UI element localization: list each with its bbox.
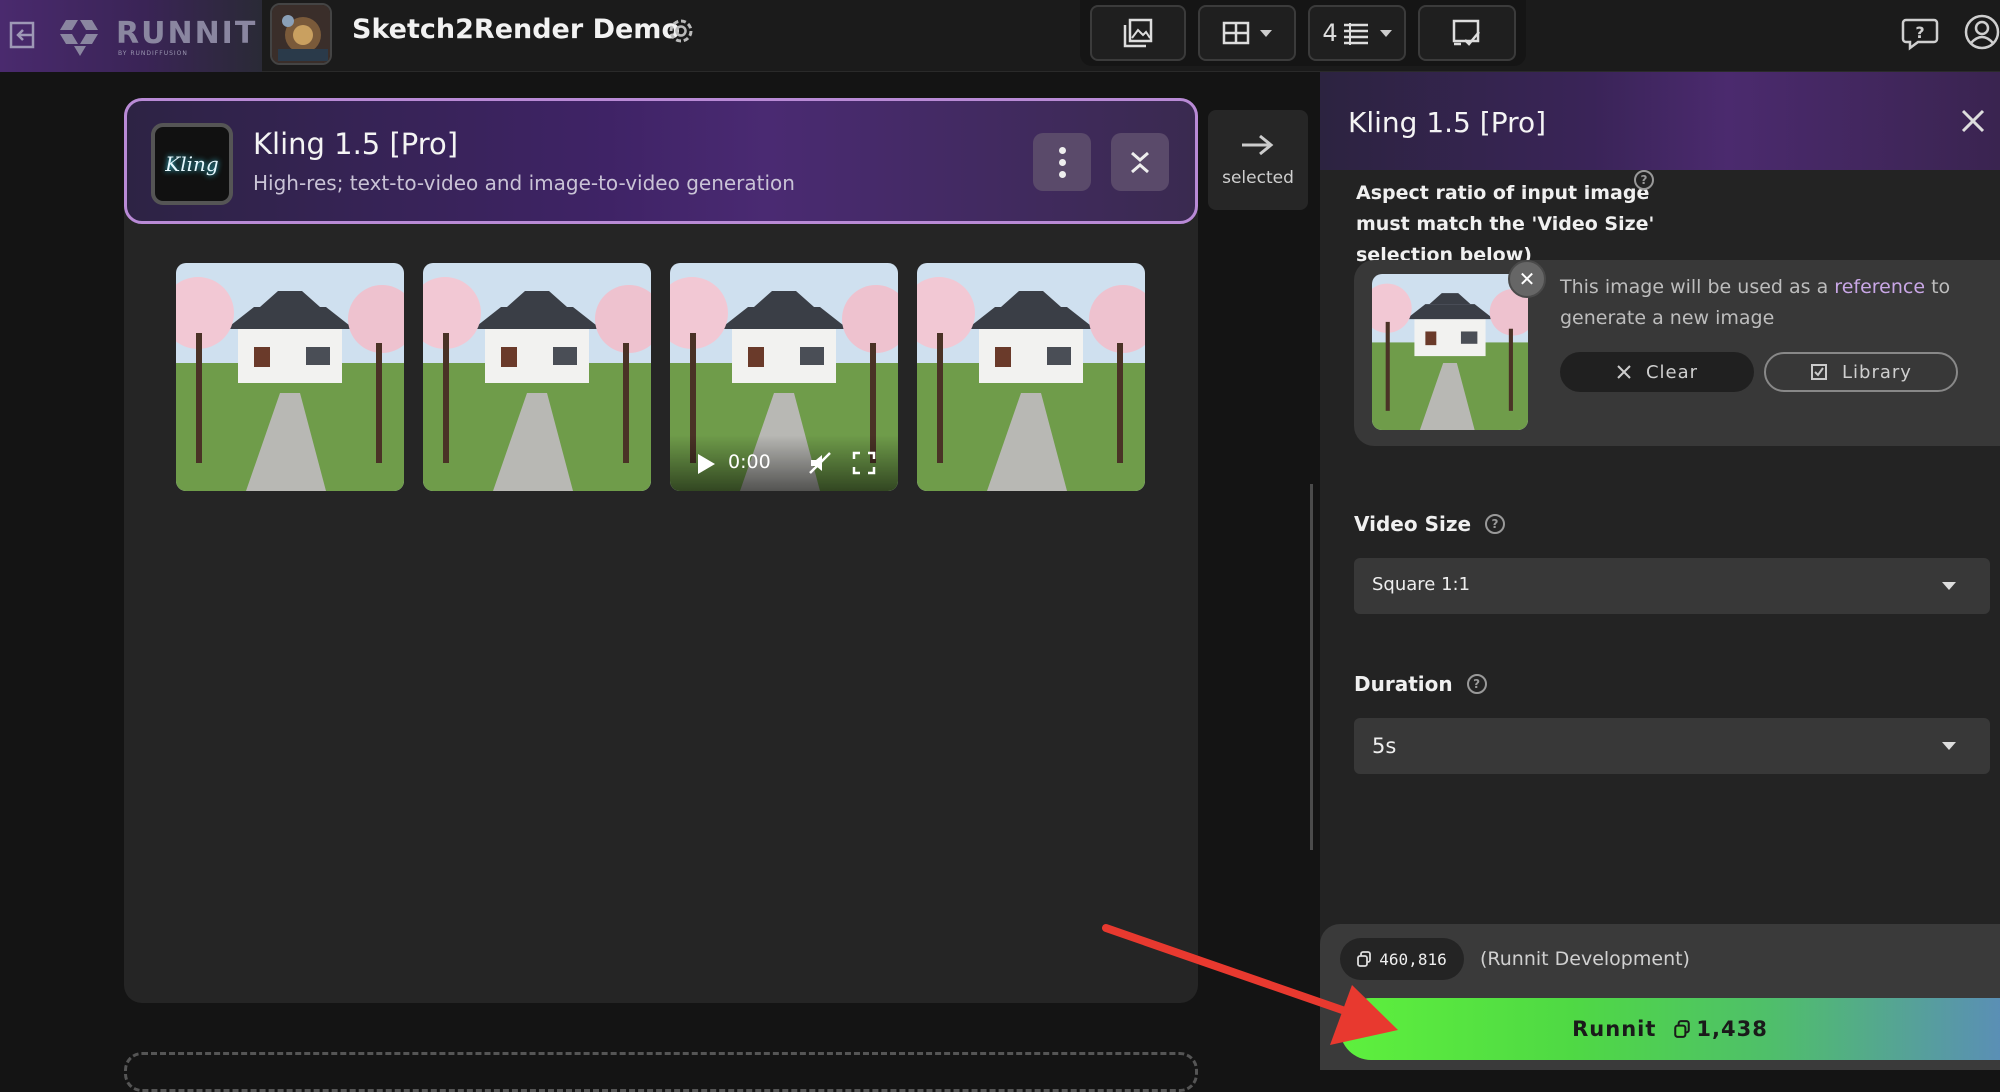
duration-value: 5s — [1372, 734, 1397, 758]
coins-icon — [1357, 951, 1372, 967]
ref-text-1: This image will be used as a — [1560, 276, 1835, 298]
more-options-button[interactable] — [1033, 133, 1091, 191]
help-chat-icon[interactable]: ? — [1900, 12, 1940, 52]
duration-label: Duration ? — [1354, 672, 1487, 696]
team-name: (Runnit Development) — [1480, 948, 1690, 970]
toolbar: 4 — [1080, 0, 1526, 66]
play-icon[interactable] — [696, 453, 716, 475]
runnit-button[interactable]: Runnit 1,438 — [1340, 998, 2000, 1060]
video-controls: 0:00 — [670, 435, 898, 491]
fullscreen-icon[interactable] — [852, 451, 876, 475]
runnit-logo[interactable]: RUNNIT BY RUNDIFFUSION — [56, 14, 255, 58]
columns-button[interactable]: 4 — [1308, 5, 1406, 61]
aspect-ratio-note: Aspect ratio of input image must match t… — [1356, 178, 1686, 271]
selected-label: selected — [1222, 168, 1294, 188]
reference-description: This image will be used as a reference t… — [1560, 272, 1990, 334]
more-vertical-icon — [1058, 146, 1066, 154]
grid-layout-icon — [1222, 21, 1250, 45]
exit-icon[interactable] — [8, 18, 38, 52]
close-icon[interactable] — [1960, 108, 1986, 134]
video-size-label-text: Video Size — [1354, 512, 1472, 536]
model-card-header[interactable]: Kling Kling 1.5 [Pro] High-res; text-to-… — [124, 98, 1198, 224]
reference-image-box: ✕ This image will be used as a reference… — [1354, 260, 2000, 446]
gallery-button[interactable] — [1090, 5, 1186, 61]
house-image — [917, 263, 1145, 491]
logo-mark-icon — [60, 20, 98, 56]
panel-resize-handle[interactable] — [1310, 484, 1313, 850]
reference-image[interactable] — [1372, 274, 1528, 430]
help-icon[interactable]: ? — [1634, 170, 1654, 190]
video-size-value: Square 1:1 — [1372, 574, 1471, 595]
generated-video-thumbnail[interactable] — [917, 263, 1145, 491]
coins-icon — [1674, 1020, 1691, 1038]
run-footer: 460,816 (Runnit Development) Runnit 1,43… — [1320, 924, 2000, 1070]
selection-mode-button[interactable] — [1418, 5, 1516, 61]
runnit-cost: 1,438 — [1674, 1017, 1767, 1041]
dropdown-arrow-icon — [1942, 742, 1956, 750]
video-size-select[interactable]: Square 1:1 — [1354, 558, 1990, 614]
remove-image-icon[interactable]: ✕ — [1508, 260, 1546, 298]
top-bar: RUNNIT BY RUNDIFFUSION Sketch2Render Dem… — [0, 0, 2000, 72]
generated-video-thumbnail[interactable] — [423, 263, 651, 491]
settings-panel: Kling 1.5 [Pro] Aspect ratio of input im… — [1320, 72, 2000, 1070]
house-image — [176, 263, 404, 491]
checkbox-icon — [1811, 364, 1828, 380]
duration-select[interactable]: 5s — [1354, 718, 1990, 774]
selected-toggle[interactable]: selected — [1208, 110, 1308, 210]
credits-value: 460,816 — [1379, 949, 1447, 969]
clear-label: Clear — [1645, 361, 1699, 383]
video-size-label: Video Size ? — [1354, 512, 1506, 536]
logo-text: RUNNIT — [116, 16, 258, 51]
runnit-label: Runnit — [1572, 1017, 1657, 1041]
model-description: High-res; text-to-video and image-to-vid… — [253, 171, 795, 195]
generated-video-player[interactable]: 0:00 — [670, 263, 898, 491]
settings-panel-title: Kling 1.5 [Pro] — [1348, 106, 1547, 139]
dropdown-arrow-icon — [1942, 582, 1956, 590]
chevron-down-icon — [1379, 29, 1392, 37]
chevron-down-icon — [1260, 29, 1272, 37]
runnit-cost-value: 1,438 — [1696, 1017, 1768, 1041]
mute-icon[interactable] — [808, 451, 832, 475]
collapse-button[interactable] — [1111, 133, 1169, 191]
select-check-icon — [1452, 19, 1480, 46]
gear-icon[interactable] — [664, 14, 698, 48]
video-time: 0:00 — [728, 451, 771, 473]
library-button[interactable]: Library — [1764, 352, 1958, 392]
help-icon[interactable]: ? — [1485, 514, 1506, 534]
house-image — [1372, 274, 1528, 430]
close-icon — [1617, 365, 1631, 379]
brand-area: RUNNIT BY RUNDIFFUSION — [0, 0, 262, 72]
app-title: Sketch2Render Demo — [352, 14, 680, 45]
app-thumbnail[interactable] — [270, 3, 332, 65]
add-tool-dropzone[interactable] — [124, 1052, 1198, 1092]
user-account-icon[interactable] — [1962, 12, 2000, 52]
layout-button[interactable] — [1198, 5, 1296, 61]
duration-label-text: Duration — [1354, 672, 1453, 696]
logo-subtext: BY RUNDIFFUSION — [118, 50, 188, 57]
settings-panel-header: Kling 1.5 [Pro] — [1320, 72, 2000, 170]
model-card: Kling Kling 1.5 [Pro] High-res; text-to-… — [124, 98, 1198, 1003]
svg-text:?: ? — [1915, 23, 1924, 42]
generated-video-thumbnail[interactable] — [176, 263, 404, 491]
library-label: Library — [1842, 361, 1912, 383]
credits-balance: 460,816 — [1340, 938, 1464, 980]
house-image — [423, 263, 651, 491]
ref-text-highlight: reference — [1834, 276, 1926, 298]
list-columns-icon — [1343, 23, 1368, 45]
help-icon[interactable]: ? — [1466, 674, 1487, 694]
columns-count: 4 — [1322, 19, 1338, 47]
arrow-right-icon — [1242, 134, 1274, 156]
clear-button[interactable]: Clear — [1560, 352, 1754, 392]
model-title: Kling 1.5 [Pro] — [253, 127, 459, 161]
gallery-icon — [1123, 18, 1153, 48]
kling-logo: Kling — [151, 123, 233, 205]
aspect-note-text: Aspect ratio of input image must match t… — [1356, 182, 1655, 266]
collapse-chevrons-icon — [1131, 151, 1149, 174]
